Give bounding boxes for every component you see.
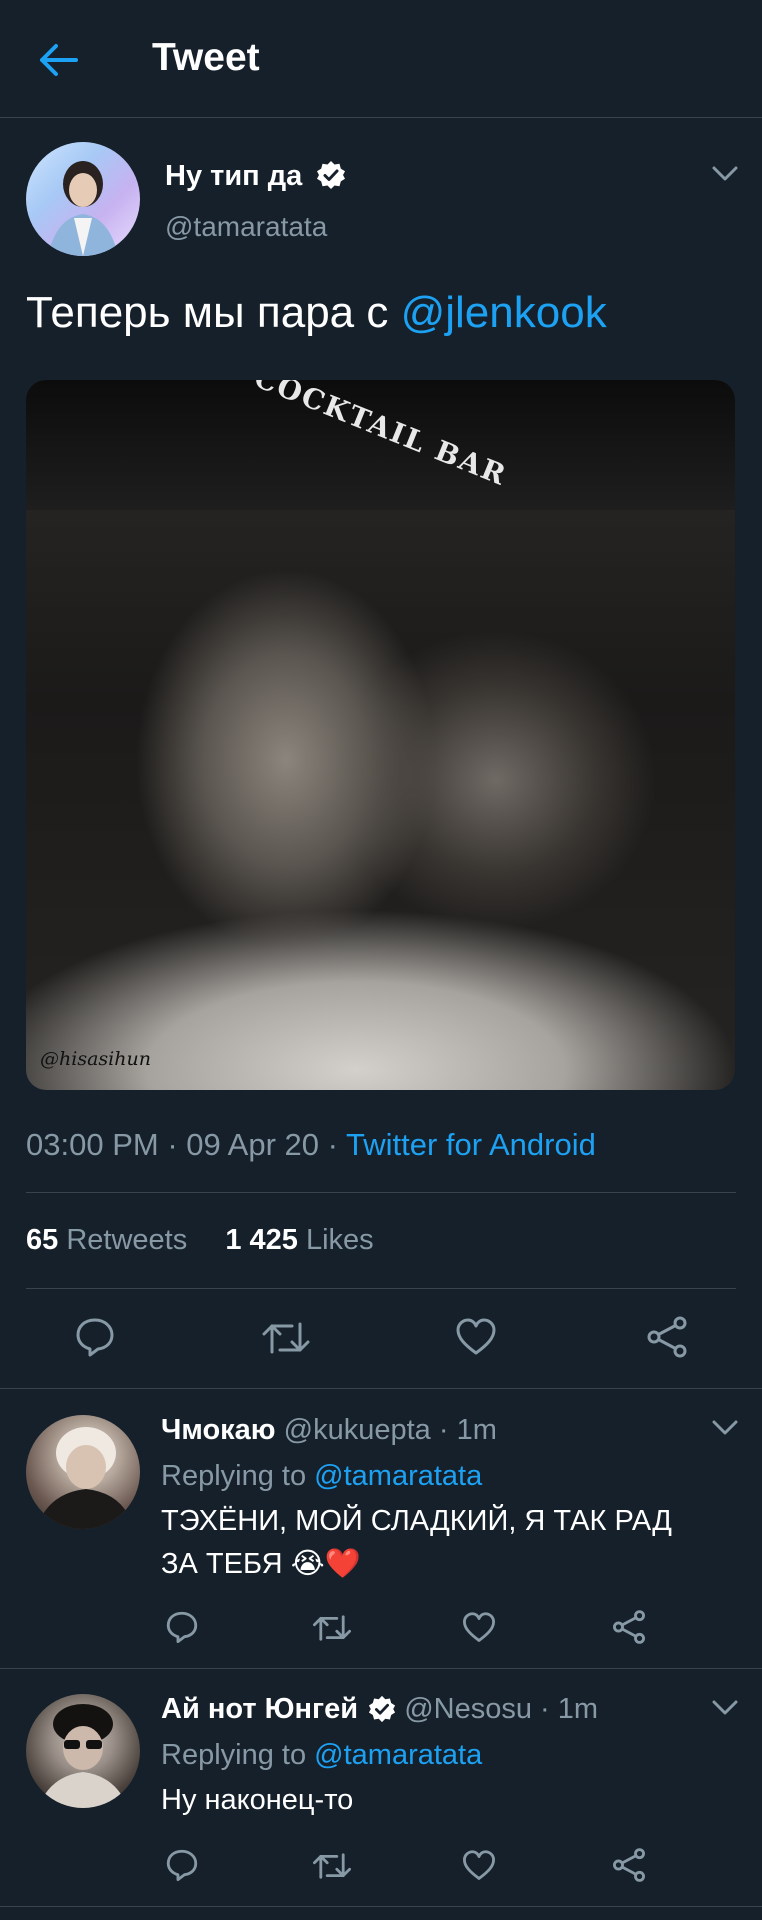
share-icon[interactable] bbox=[612, 1610, 646, 1644]
verified-badge-icon bbox=[317, 161, 346, 189]
reply-icon[interactable] bbox=[165, 1848, 199, 1882]
tweet-photo[interactable]: COCKTAIL BAR @hisasihun bbox=[26, 380, 735, 1090]
retweets-count: 65 bbox=[26, 1224, 59, 1256]
retweet-icon[interactable] bbox=[312, 1850, 352, 1882]
author-name[interactable]: Ну тип да bbox=[165, 160, 346, 193]
reply-handle[interactable]: @Nesosu bbox=[404, 1693, 532, 1725]
retweet-icon[interactable] bbox=[312, 1612, 352, 1644]
likes-stat[interactable]: 1 425 Likes bbox=[225, 1224, 373, 1256]
replying-to-link[interactable]: @tamaratata bbox=[314, 1739, 482, 1771]
tweet-text: Теперь мы пара с @jlenkook bbox=[26, 288, 607, 338]
reply-icon[interactable] bbox=[165, 1610, 199, 1644]
photo-watermark: @hisasihun bbox=[40, 1048, 151, 1070]
replying-to-link[interactable]: @tamaratata bbox=[314, 1460, 482, 1492]
tweet-body: Теперь мы пара с bbox=[26, 288, 401, 337]
avatar-figure bbox=[48, 161, 118, 256]
retweets-stat[interactable]: 65 Retweets bbox=[26, 1224, 187, 1256]
reply-handle[interactable]: @kukuepta bbox=[284, 1414, 431, 1446]
meta-separator: · bbox=[158, 1127, 187, 1162]
top-bar: Tweet bbox=[0, 0, 762, 118]
reply-text-line: Ну наконец-то bbox=[161, 1784, 354, 1816]
reply-age: 1m bbox=[456, 1414, 497, 1446]
reply-header: Чмокаю @kukuepta · 1m bbox=[161, 1414, 497, 1447]
reply-age: 1m bbox=[557, 1693, 599, 1725]
reply-emoji: 😭❤️ bbox=[290, 1548, 361, 1580]
avatar-figure bbox=[36, 1427, 134, 1529]
arrow-left-icon[interactable] bbox=[38, 42, 78, 78]
author-display-name: Ну тип да bbox=[165, 160, 303, 192]
divider bbox=[0, 1388, 762, 1389]
tweet-source-link[interactable]: Twitter for Android bbox=[346, 1127, 596, 1162]
retweet-icon[interactable] bbox=[262, 1318, 310, 1358]
verified-badge-icon bbox=[369, 1695, 396, 1723]
divider bbox=[0, 1668, 762, 1669]
chevron-down-icon[interactable] bbox=[712, 1700, 738, 1716]
replying-label: Replying to bbox=[161, 1739, 307, 1771]
like-icon[interactable] bbox=[455, 1318, 497, 1356]
tweet-time: 03:00 PM bbox=[26, 1127, 159, 1162]
tweet-stats: 65 Retweets 1 425 Likes bbox=[26, 1224, 374, 1257]
share-icon[interactable] bbox=[646, 1316, 688, 1358]
reply-avatar[interactable] bbox=[26, 1415, 140, 1529]
replying-to: Replying to @tamaratata bbox=[161, 1460, 482, 1493]
replying-label: Replying to bbox=[161, 1460, 307, 1492]
reply-text-line: ТЭХЁНИ, МОЙ СЛАДКИЙ, Я ТАК РАД bbox=[161, 1505, 672, 1537]
mention-link[interactable]: @jlenkook bbox=[401, 288, 607, 337]
reply-icon[interactable] bbox=[74, 1316, 116, 1358]
tweet-date: 09 Apr 20 bbox=[186, 1127, 319, 1162]
author-handle[interactable]: @tamaratata bbox=[165, 211, 327, 243]
replying-to: Replying to @tamaratata bbox=[161, 1739, 482, 1772]
author-avatar[interactable] bbox=[26, 142, 140, 256]
photo-hat-region bbox=[26, 380, 735, 510]
reply-header: Ай нот Юнгей @Nesosu · 1m bbox=[161, 1693, 598, 1726]
chevron-down-icon[interactable] bbox=[712, 1420, 738, 1436]
meta-separator: · bbox=[531, 1693, 558, 1725]
share-icon[interactable] bbox=[612, 1848, 646, 1882]
like-icon[interactable] bbox=[462, 1612, 496, 1643]
likes-label: Likes bbox=[305, 1224, 374, 1256]
reply-avatar[interactable] bbox=[26, 1694, 140, 1808]
page-title: Tweet bbox=[152, 36, 260, 79]
retweets-label: Retweets bbox=[66, 1224, 188, 1256]
reply-display-name[interactable]: Ай нот Юнгей bbox=[161, 1693, 358, 1725]
reply-text-end: ЗА ТЕБЯ bbox=[161, 1548, 283, 1580]
chevron-down-icon[interactable] bbox=[712, 166, 738, 182]
avatar-figure bbox=[38, 1704, 128, 1808]
meta-separator: · bbox=[430, 1414, 457, 1446]
likes-count: 1 425 bbox=[225, 1224, 298, 1256]
divider bbox=[26, 1288, 736, 1289]
divider bbox=[0, 1906, 762, 1907]
reply-display-name[interactable]: Чмокаю bbox=[161, 1414, 276, 1446]
tweet-meta: 03:00 PM · 09 Apr 20 · Twitter for Andro… bbox=[26, 1127, 596, 1163]
meta-separator: · bbox=[318, 1127, 346, 1162]
reply-text-line: ЗА ТЕБЯ 😭❤️ bbox=[161, 1546, 361, 1581]
like-icon[interactable] bbox=[462, 1850, 496, 1881]
divider bbox=[26, 1192, 736, 1193]
